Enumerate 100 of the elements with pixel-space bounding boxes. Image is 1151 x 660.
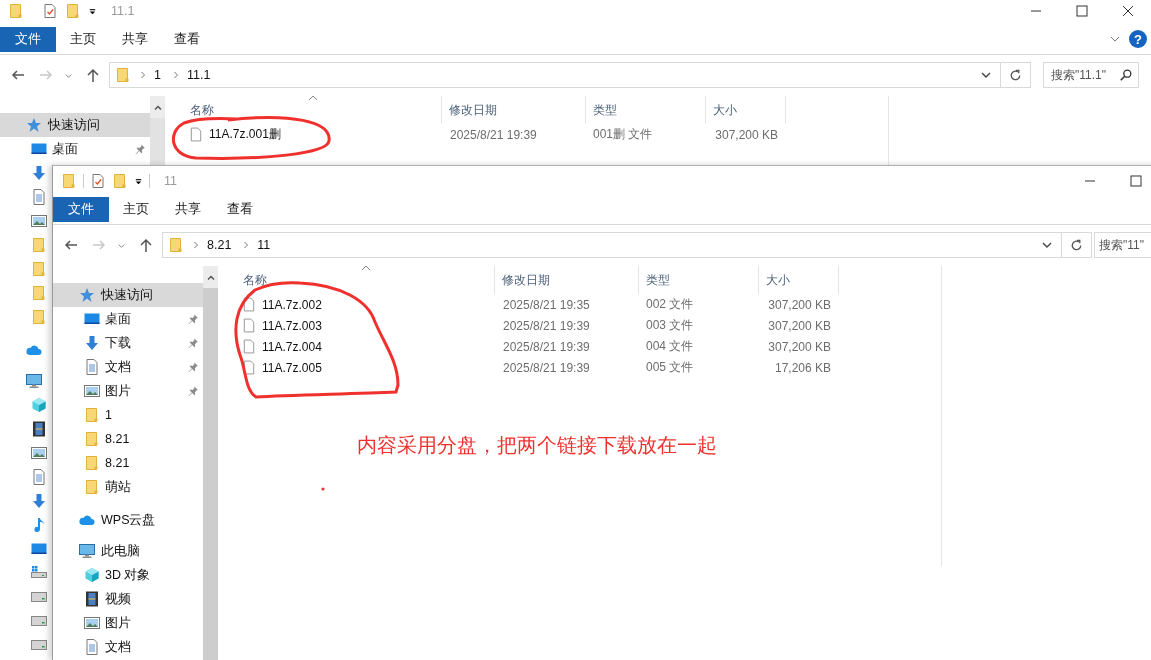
folder-icon[interactable] xyxy=(112,173,128,189)
nav-item[interactable]: 此电脑 xyxy=(53,539,203,563)
cube-icon xyxy=(31,397,47,413)
nav-item[interactable]: 快速访问 xyxy=(0,113,150,137)
file-name[interactable]: 11A.7z.004 xyxy=(262,339,322,354)
folder-icon xyxy=(31,261,47,277)
ribbon-tab[interactable]: 共享 xyxy=(162,196,214,222)
pin-icon[interactable] xyxy=(187,361,199,373)
film-icon xyxy=(31,421,47,437)
address-bar[interactable]: 1 11.1 xyxy=(109,62,1001,88)
column-header[interactable]: 名称 xyxy=(236,266,495,294)
nav-item[interactable]: 8.21 xyxy=(53,427,203,451)
folder-icon xyxy=(31,309,47,325)
file-icon xyxy=(243,339,255,354)
nav-item[interactable]: 桌面 xyxy=(53,307,203,331)
column-header[interactable]: 大小 xyxy=(759,266,839,294)
computer-icon xyxy=(79,543,95,559)
annotation-text: 内容采用分盘，把两个链接下载放在一起 xyxy=(357,433,717,458)
drive-icon xyxy=(31,613,47,629)
document-icon xyxy=(31,189,47,205)
up-arrow-icon[interactable] xyxy=(138,237,154,253)
pin-icon[interactable] xyxy=(187,337,199,349)
size-cell-text: 307,200 KB xyxy=(767,339,832,354)
column-header[interactable]: 名称 xyxy=(183,96,442,124)
nav-item[interactable]: 文档 xyxy=(53,635,203,659)
type-cell-text: 003 文件 xyxy=(645,317,695,334)
ribbon-tab[interactable]: 主页 xyxy=(57,26,109,52)
caret-icon[interactable] xyxy=(88,6,97,16)
ribbon-tab[interactable]: 查看 xyxy=(161,26,213,52)
type-cell-text: 004 文件 xyxy=(645,338,695,355)
type-cell-text: 005 文件 xyxy=(645,359,695,376)
column-header[interactable]: 大小 xyxy=(706,96,786,124)
nav-item[interactable]: 文档 xyxy=(53,355,203,379)
pin-icon[interactable] xyxy=(134,143,146,155)
nav-item[interactable]: 快速访问 xyxy=(53,283,203,307)
drive-icon xyxy=(31,589,47,605)
folder-icon xyxy=(84,407,100,423)
nav-item[interactable]: 桌面 xyxy=(0,137,150,161)
column-header[interactable]: 类型 xyxy=(639,266,759,294)
date-cell-text: 2025/8/21 19:39 xyxy=(502,339,591,354)
breadcrumb-item[interactable]: 8.21 xyxy=(204,238,235,252)
nav-item[interactable]: 视频 xyxy=(53,587,203,611)
pin-icon[interactable] xyxy=(187,313,199,325)
star-icon xyxy=(26,117,42,133)
picture-icon xyxy=(84,615,100,631)
picture-icon xyxy=(31,445,47,461)
pin-icon[interactable] xyxy=(187,385,199,397)
nav-item[interactable]: 3D 对象 xyxy=(53,563,203,587)
desktop-icon xyxy=(84,311,100,327)
folder-icon xyxy=(115,67,131,83)
file-name[interactable]: 11A.7z.003 xyxy=(262,318,322,333)
up-arrow-icon[interactable] xyxy=(85,67,101,83)
ribbon-tab[interactable]: 共享 xyxy=(109,26,161,52)
maximize-icon xyxy=(1130,175,1142,187)
caret-icon[interactable] xyxy=(134,176,143,186)
document-icon xyxy=(31,469,47,485)
file-name[interactable]: 11A.7z.002 xyxy=(262,297,322,312)
column-header[interactable]: 修改日期 xyxy=(442,96,586,124)
ribbon-tab[interactable]: 查看 xyxy=(214,196,266,222)
breadcrumb-item[interactable]: 11 xyxy=(254,238,274,252)
sort-caret-icon xyxy=(308,95,318,101)
nav-item[interactable]: 图片 xyxy=(53,611,203,635)
properties-icon[interactable] xyxy=(90,173,106,189)
column-header[interactable]: 类型 xyxy=(586,96,706,124)
picture-icon xyxy=(31,213,47,229)
search-icon[interactable] xyxy=(1119,68,1133,82)
nav-item[interactable]: WPS云盘 xyxy=(53,508,203,532)
refresh-button[interactable] xyxy=(1062,232,1092,258)
ribbon-tab[interactable]: 主页 xyxy=(110,196,162,222)
drive-icon xyxy=(31,637,47,653)
folder-icon xyxy=(84,431,100,447)
scrollbar-thumb[interactable] xyxy=(150,118,165,165)
refresh-icon xyxy=(1008,67,1023,83)
folder-icon[interactable] xyxy=(65,3,81,19)
breadcrumb-item[interactable]: 11.1 xyxy=(183,68,214,82)
nav-item[interactable]: 8.21 xyxy=(53,451,203,475)
file-name[interactable]: 11A.7z.001删 xyxy=(209,126,281,143)
properties-icon[interactable] xyxy=(42,3,58,19)
column-header[interactable]: 修改日期 xyxy=(495,266,639,294)
nav-item[interactable]: 萌站 xyxy=(53,475,203,499)
nav-item[interactable]: 图片 xyxy=(53,379,203,403)
nav-item[interactable]: 下载 xyxy=(53,331,203,355)
cube-icon xyxy=(84,567,100,583)
refresh-button[interactable] xyxy=(1001,62,1031,88)
nav-item[interactable]: 1 xyxy=(53,403,203,427)
file-name[interactable]: 11A.7z.005 xyxy=(262,360,322,375)
address-bar[interactable]: 8.21 11 xyxy=(162,232,1062,258)
document-icon xyxy=(84,359,100,375)
search-field[interactable]: 搜索"11" xyxy=(1094,232,1151,258)
date-cell-text: 2025/8/21 19:35 xyxy=(502,297,591,312)
download-icon xyxy=(31,493,47,509)
download-icon xyxy=(31,165,47,181)
breadcrumb-item[interactable]: 1 xyxy=(151,68,164,82)
scrollbar[interactable] xyxy=(150,96,165,165)
search-field[interactable]: 搜索"11.1" xyxy=(1043,62,1139,88)
size-cell-text: 307,200 KB xyxy=(714,127,779,142)
drive-icon xyxy=(31,565,47,581)
help-button[interactable]: ? xyxy=(1129,30,1147,48)
window-title: 11.1 xyxy=(111,4,135,18)
window-title: 11 xyxy=(164,174,177,188)
